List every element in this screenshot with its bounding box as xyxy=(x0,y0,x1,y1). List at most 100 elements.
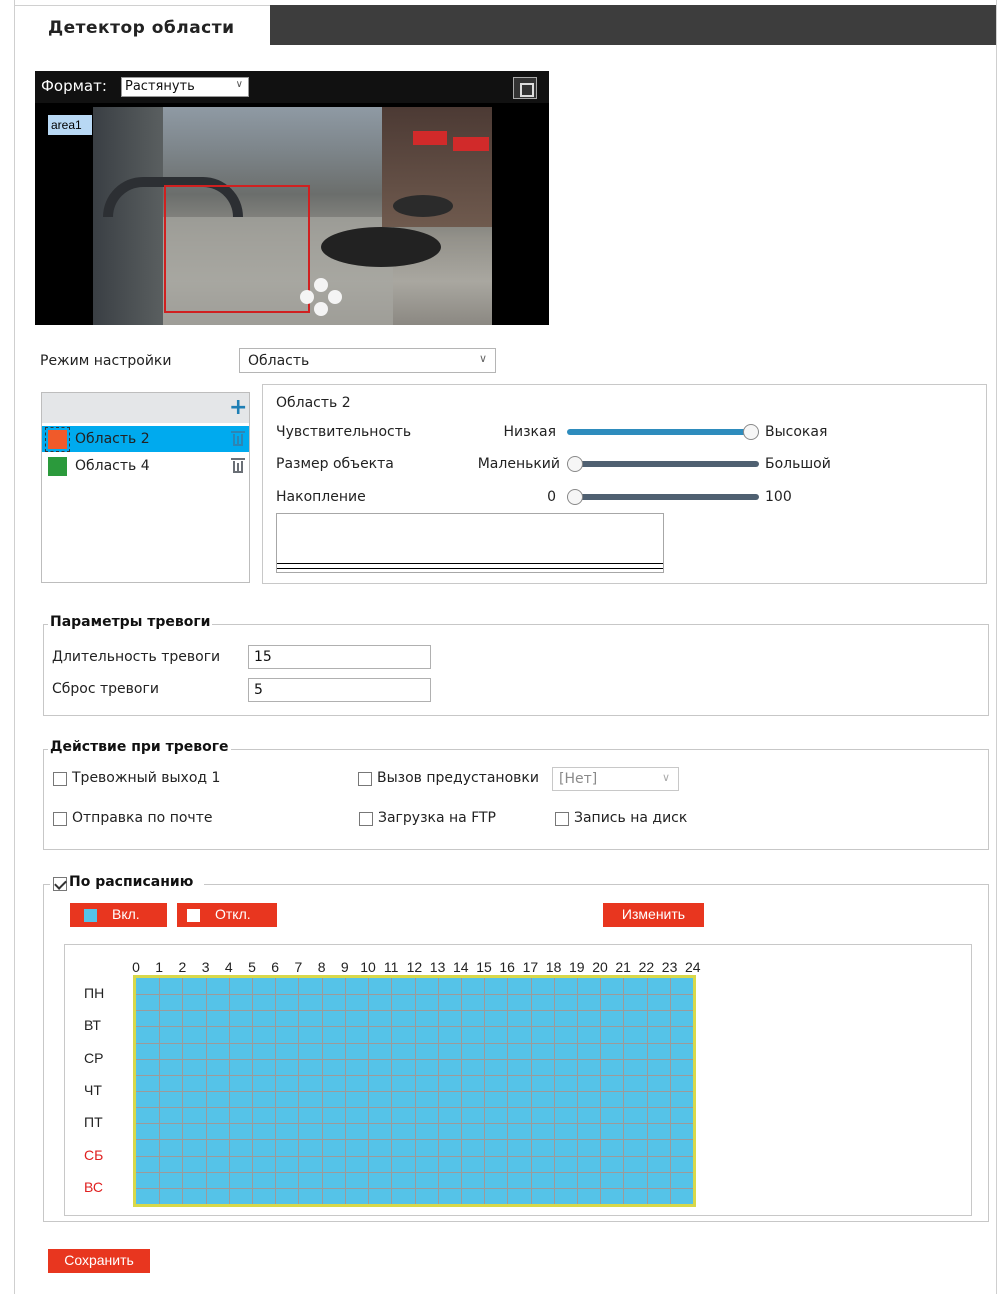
grid-row-line xyxy=(136,1107,693,1109)
alarm-reset-input[interactable]: 5 xyxy=(248,678,431,702)
grid-row-line xyxy=(136,1091,693,1092)
schedule-legend: По расписанию xyxy=(50,874,204,894)
schedule-on-label: Вкл. xyxy=(112,906,140,922)
email-checkbox[interactable] xyxy=(53,812,67,826)
setup-mode-label: Режим настройки xyxy=(40,353,172,369)
grid-row-line xyxy=(136,1139,693,1141)
page: Детектор области Формат: Растянуть ∨ are… xyxy=(0,0,1005,1294)
grid-row-line xyxy=(136,1074,693,1076)
accumulation-label: Накопление xyxy=(276,489,366,505)
hour-label: 22 xyxy=(638,959,655,975)
object-size-slider[interactable] xyxy=(567,456,759,472)
format-select-value: Растянуть xyxy=(125,79,195,94)
grid-row-line xyxy=(136,1010,693,1012)
motion-graph xyxy=(276,513,664,573)
page-left-border xyxy=(14,0,15,1294)
day-label: СБ xyxy=(84,1146,104,1163)
format-label: Формат: xyxy=(41,77,107,95)
accumulation-min-label: 0 xyxy=(547,489,556,505)
chevron-down-icon: ∨ xyxy=(478,352,487,365)
setup-mode-select[interactable]: Область ∨ xyxy=(239,348,496,373)
area-label: Область 4 xyxy=(75,458,150,474)
grid-row-line xyxy=(136,994,693,996)
schedule-grid[interactable] xyxy=(133,975,696,1207)
grid-row-line xyxy=(136,1123,693,1125)
hour-label: 24 xyxy=(685,959,701,975)
alarm-params-fieldset xyxy=(43,624,989,716)
schedule-off-label: Откл. xyxy=(215,906,251,922)
alarm-actions-fieldset xyxy=(43,749,989,850)
day-label: ВС xyxy=(84,1178,103,1195)
grid-row-line xyxy=(136,1042,693,1044)
hour-label: 4 xyxy=(224,959,233,975)
area-list-item[interactable]: Область 2 xyxy=(42,426,249,452)
object-size-min-label: Маленький xyxy=(477,456,560,472)
area-list: + Область 2 Область 4 xyxy=(41,392,250,583)
slider-knob[interactable] xyxy=(567,489,583,505)
slider-knob[interactable] xyxy=(743,424,759,440)
page-right-border xyxy=(996,0,997,1294)
slider-knob[interactable] xyxy=(567,456,583,472)
area-color-swatch xyxy=(48,457,67,476)
area-list-header xyxy=(42,393,249,423)
add-area-icon[interactable]: + xyxy=(229,397,247,419)
alarm-duration-input[interactable]: 15 xyxy=(248,645,431,669)
alarm-output-checkbox[interactable] xyxy=(53,772,67,786)
accumulation-max-label: 100 xyxy=(765,489,792,505)
preset-select[interactable]: [Нет] ∨ xyxy=(552,767,679,791)
grid-row-line xyxy=(136,1187,693,1189)
hour-label: 17 xyxy=(522,959,539,975)
region-handle[interactable] xyxy=(314,278,328,292)
object-size-label: Размер объекта xyxy=(276,456,394,472)
hour-label: 1 xyxy=(155,959,164,975)
off-color-swatch xyxy=(187,909,200,922)
delete-icon[interactable] xyxy=(231,458,245,473)
preset-select-value: [Нет] xyxy=(559,771,598,787)
hour-label: 0 xyxy=(132,959,140,975)
tab-area-detector[interactable]: Детектор области xyxy=(15,5,270,46)
area-list-item[interactable]: Область 4 xyxy=(42,453,249,479)
hour-label: 2 xyxy=(178,959,187,975)
accumulation-slider[interactable] xyxy=(567,489,759,505)
region-handle[interactable] xyxy=(314,302,328,316)
hour-label: 20 xyxy=(592,959,608,975)
region-handle[interactable] xyxy=(328,290,342,304)
delete-icon[interactable] xyxy=(231,431,245,446)
sensitivity-min-label: Низкая xyxy=(503,424,556,440)
chevron-down-icon: ∨ xyxy=(661,771,670,784)
hour-label: 14 xyxy=(453,959,469,975)
hour-label: 7 xyxy=(294,959,303,975)
day-label: ПН xyxy=(84,985,105,1001)
detection-region[interactable] xyxy=(164,185,310,313)
sensitivity-max-label: Высокая xyxy=(765,424,828,440)
preset-call-checkbox[interactable] xyxy=(358,772,372,786)
hour-label: 21 xyxy=(615,959,631,975)
save-button[interactable]: Сохранить xyxy=(48,1249,150,1273)
alarm-actions-legend: Действие при тревоге xyxy=(48,739,231,755)
area-tag: area1 xyxy=(48,115,92,135)
setup-mode-value: Область xyxy=(248,353,310,369)
format-select[interactable]: Растянуть ∨ xyxy=(121,77,249,97)
region-handle[interactable] xyxy=(300,290,314,304)
preset-call-label: Вызов предустановки xyxy=(377,770,539,786)
day-label: СР xyxy=(84,1049,104,1066)
schedule-off-button[interactable]: Откл. xyxy=(177,903,277,927)
hour-label: 15 xyxy=(476,959,492,975)
alarm-duration-label: Длительность тревоги xyxy=(52,649,221,665)
alarm-output-label: Тревожный выход 1 xyxy=(72,770,221,786)
hour-label: 5 xyxy=(248,959,256,975)
fullscreen-icon[interactable] xyxy=(513,77,537,99)
preview-toolbar xyxy=(35,71,549,103)
schedule-checkbox[interactable] xyxy=(53,877,67,891)
object-size-max-label: Большой xyxy=(765,456,831,472)
area-color-swatch xyxy=(45,427,70,452)
ftp-checkbox[interactable] xyxy=(359,812,373,826)
schedule-on-button[interactable]: Вкл. xyxy=(70,903,167,927)
day-label: ЧТ xyxy=(84,1081,102,1098)
schedule-edit-button[interactable]: Изменить xyxy=(603,903,704,927)
area-label: Область 2 xyxy=(75,431,150,447)
sensitivity-slider[interactable] xyxy=(567,424,759,440)
sensitivity-label: Чувствительность xyxy=(276,424,412,440)
hour-label: 10 xyxy=(360,959,376,975)
record-checkbox[interactable] xyxy=(555,812,569,826)
